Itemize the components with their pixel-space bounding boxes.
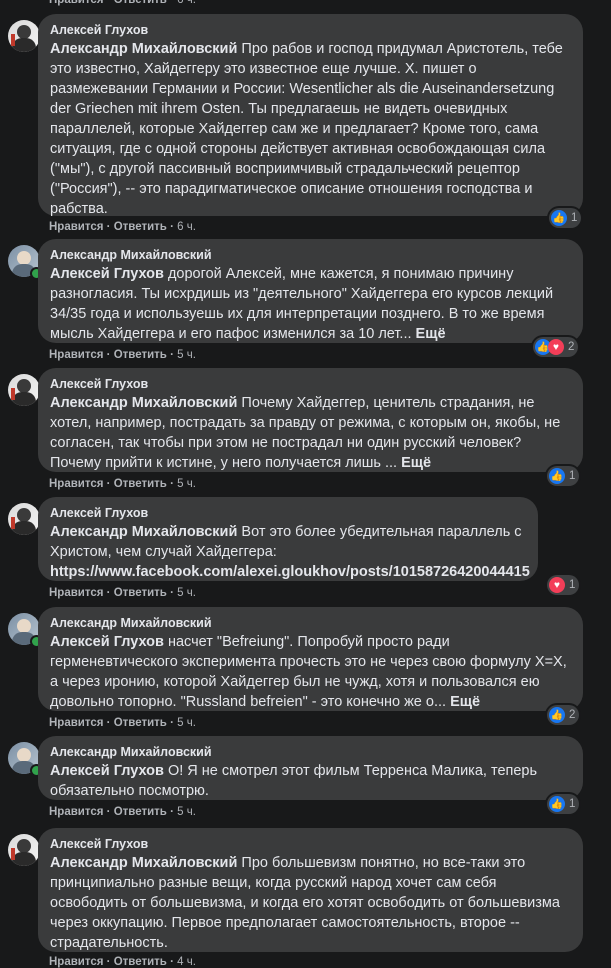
comment-text: Алексей Глухов О! Я не смотрел этот филь… — [50, 763, 538, 799]
mention-link[interactable]: Александр Михайловский — [50, 855, 237, 871]
avatar[interactable] — [8, 20, 40, 52]
like-link[interactable]: Нравится — [49, 806, 103, 818]
comment-author[interactable]: Алексей Глухов — [50, 836, 571, 852]
comment-bubble: Александр Михайловский Алексей Глухов О!… — [38, 736, 583, 800]
love-reaction-icon: ♥ — [549, 577, 565, 593]
mention-link[interactable]: Алексей Глухов — [50, 266, 164, 282]
comment-author[interactable]: Александр Михайловский — [50, 247, 571, 263]
comment-author[interactable]: Алексей Глухов — [50, 22, 571, 38]
post-link[interactable]: https://www.facebook.com/alexei.gloukhov… — [50, 564, 530, 580]
comment-actions: Нравится · Ответить · 6 ч. — [49, 221, 196, 233]
comment-actions: Нравится · Ответить · 5 ч. — [49, 806, 196, 818]
like-link[interactable]: Нравится — [49, 478, 103, 490]
timestamp[interactable]: 5 ч. — [177, 349, 196, 361]
reactions-badge[interactable]: 👍 2 — [547, 705, 580, 725]
see-more-link[interactable]: Ещё — [416, 326, 446, 342]
like-link[interactable]: Нравится — [49, 349, 103, 361]
comment-bubble: Алексей Глухов Александр Михайловский Пр… — [38, 14, 583, 217]
comment-bubble: Алексей Глухов Александр Михайловский Пр… — [38, 828, 583, 952]
comment-actions: Нравится · Ответить · 5 ч. — [49, 478, 196, 490]
reactions-badge[interactable]: 👍 ♥ 2 — [533, 337, 579, 357]
comment-bubble: Алексей Глухов Александр Михайловский Во… — [38, 497, 538, 581]
timestamp[interactable]: 5 ч. — [177, 806, 196, 818]
comment-bubble: Алексей Глухов Александр Михайловский По… — [38, 368, 583, 472]
mention-link[interactable]: Александр Михайловский — [50, 524, 237, 540]
like-link[interactable]: Нравится — [49, 221, 103, 233]
timestamp[interactable]: 5 ч. — [177, 717, 196, 729]
love-reaction-icon: ♥ — [548, 339, 564, 355]
comment-text: Александр Михайловский Про большевизм по… — [50, 855, 560, 951]
reply-link[interactable]: Ответить — [114, 806, 167, 818]
mention-link[interactable]: Александр Михайловский — [50, 41, 237, 57]
comment-author[interactable]: Алексей Глухов — [50, 505, 526, 521]
reply-link[interactable]: Ответить — [114, 0, 167, 6]
like-link[interactable]: Нравится — [49, 0, 103, 6]
avatar[interactable] — [8, 834, 40, 866]
like-reaction-icon: 👍 — [549, 707, 565, 723]
like-reaction-icon: 👍 — [549, 468, 565, 484]
like-link[interactable]: Нравится — [49, 956, 103, 968]
mention-link[interactable]: Алексей Глухов — [50, 763, 164, 779]
comment-text: Алексей Глухов дорогой Алексей, мне каже… — [50, 266, 554, 342]
avatar[interactable] — [8, 503, 40, 535]
comment-bubble: Александр Михайловский Алексей Глухов до… — [38, 239, 583, 343]
like-reaction-icon: 👍 — [551, 210, 567, 226]
comment-actions: Нравится · Ответить · 5 ч. — [49, 717, 196, 729]
comment-actions: Нравится · Ответить · 5 ч. — [49, 587, 196, 599]
reactions-badge[interactable]: 👍 1 — [549, 208, 582, 228]
comment-text: Александр Михайловский Вот это более убе… — [50, 524, 530, 580]
comment-text: Александр Михайловский Почему Хайдеггер,… — [50, 395, 561, 471]
timestamp[interactable]: 5 ч. — [177, 587, 196, 599]
timestamp[interactable]: 4 ч. — [177, 956, 196, 968]
avatar[interactable] — [8, 374, 40, 406]
reactions-badge[interactable]: 👍 1 — [547, 466, 580, 486]
comment-actions: Нравится · Ответить · 6 ч. — [49, 0, 196, 6]
reactions-badge[interactable]: ♥ 1 — [547, 575, 580, 595]
comment-author[interactable]: Алексей Глухов — [50, 376, 571, 392]
reply-link[interactable]: Ответить — [114, 221, 167, 233]
comment-bubble: Александр Михайловский Алексей Глухов на… — [38, 607, 583, 711]
comment-author[interactable]: Александр Михайловский — [50, 615, 571, 631]
comment-text: Алексей Глухов насчет "Befreiung". Попро… — [50, 634, 567, 710]
timestamp[interactable]: 6 ч. — [177, 221, 196, 233]
comment-text: Александр Михайловский Про рабов и госпо… — [50, 41, 563, 217]
reply-link[interactable]: Ответить — [114, 478, 167, 490]
comment-author[interactable]: Александр Михайловский — [50, 744, 571, 760]
like-reaction-icon: 👍 — [549, 796, 565, 812]
reply-link[interactable]: Ответить — [114, 349, 167, 361]
timestamp[interactable]: 5 ч. — [177, 478, 196, 490]
comment-actions: Нравится · Ответить · 4 ч. — [49, 956, 196, 968]
reactions-badge[interactable]: 👍 1 — [547, 794, 580, 814]
mention-link[interactable]: Александр Михайловский — [50, 395, 237, 411]
see-more-link[interactable]: Ещё — [450, 694, 480, 710]
timestamp[interactable]: 6 ч. — [177, 0, 196, 6]
see-more-link[interactable]: Ещё — [401, 455, 431, 471]
comment-actions: Нравится · Ответить · 5 ч. — [49, 349, 196, 361]
like-link[interactable]: Нравится — [49, 587, 103, 599]
mention-link[interactable]: Алексей Глухов — [50, 634, 164, 650]
reply-link[interactable]: Ответить — [114, 717, 167, 729]
like-link[interactable]: Нравится — [49, 717, 103, 729]
reply-link[interactable]: Ответить — [114, 956, 167, 968]
reply-link[interactable]: Ответить — [114, 587, 167, 599]
